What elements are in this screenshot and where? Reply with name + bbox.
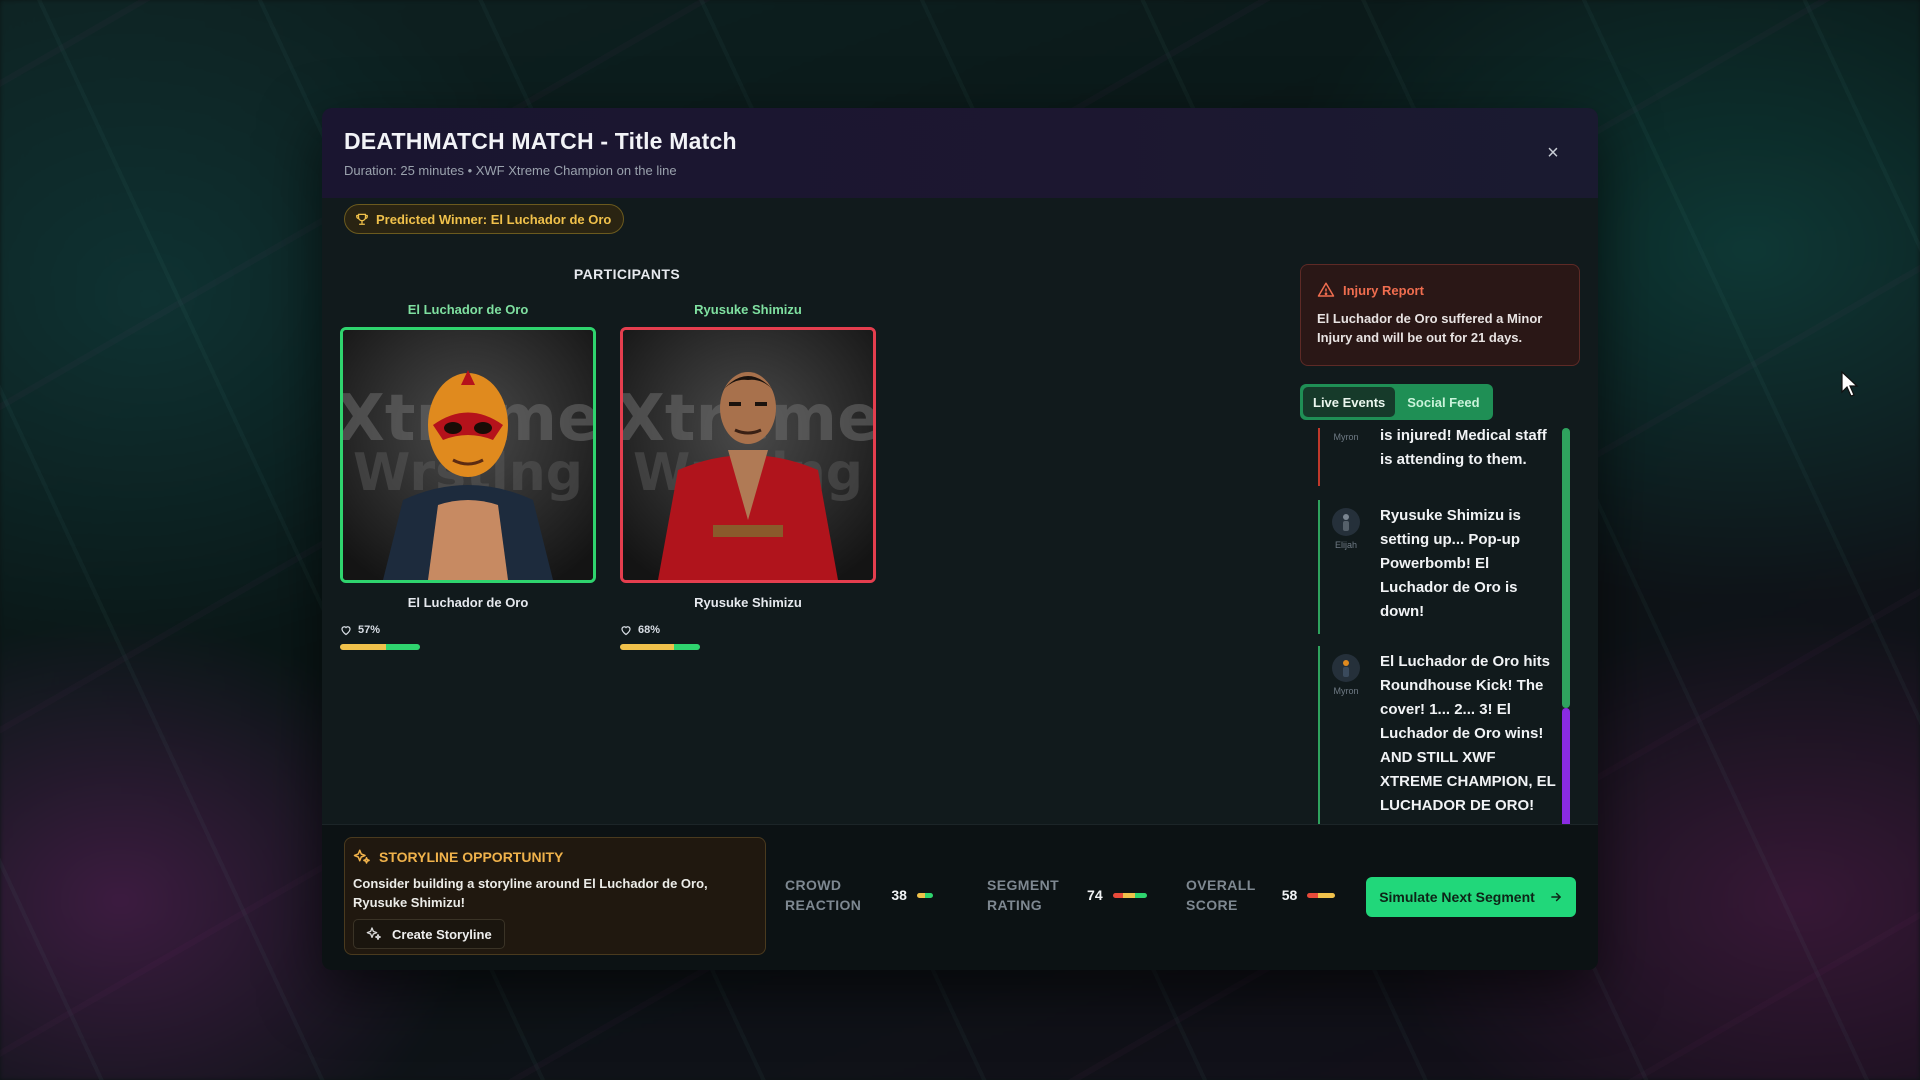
feed-author: Elijah: [1334, 540, 1357, 550]
match-title: DEATHMATCH MATCH - Title Match: [344, 128, 737, 154]
sparkles-icon: [353, 849, 370, 864]
metric-label: CROWD REACTION: [785, 875, 861, 915]
popularity-row: 57%: [340, 624, 596, 636]
popularity-fill-green: [674, 644, 700, 650]
feed-item: Myron is injured! Medical staff is atten…: [1318, 428, 1558, 486]
metric-bar: [916, 892, 933, 898]
metric-label-line1: SEGMENT: [987, 877, 1060, 893]
feed-text: is injured! Medical staff is attending t…: [1380, 428, 1547, 468]
storyline-header: STORYLINE OPPORTUNITY: [353, 848, 757, 866]
metric-label: OVERALL SCORE: [1186, 875, 1256, 915]
simulate-next-segment-button[interactable]: Simulate Next Segment: [1366, 877, 1576, 917]
participant-name-top: El Luchador de Oro: [407, 302, 529, 317]
trophy-icon: [356, 213, 368, 225]
injury-text: El Luchador de Oro suffered a Minor Inju…: [1317, 311, 1543, 345]
popularity-row: 68%: [620, 624, 876, 636]
feed-item: Myron El Luchador de Oro hits Roundhouse…: [1318, 646, 1558, 828]
sparkles-icon: [366, 927, 381, 940]
metric-label-line2: SCORE: [1186, 897, 1238, 913]
popularity-fill-yellow: [340, 644, 386, 650]
storyline-title: STORYLINE OPPORTUNITY: [379, 849, 564, 865]
feed-text: El Luchador de Oro hits Roundhouse Kick!…: [1380, 653, 1556, 814]
tab-live-events[interactable]: Live Events: [1303, 387, 1396, 417]
bottom-bar: STORYLINE OPPORTUNITY Consider building …: [322, 824, 1598, 970]
simulate-label: Simulate Next Segment: [1379, 889, 1535, 905]
popularity-fill-yellow: [620, 644, 675, 650]
person-icon: [1343, 660, 1349, 677]
metric-label-line2: REACTION: [785, 897, 862, 913]
create-storyline-label: Create Storyline: [392, 926, 492, 942]
scrollbar-thumb-green[interactable]: [1562, 428, 1570, 708]
injury-header: Injury Report: [1317, 281, 1563, 299]
arrow-right-icon: [1550, 892, 1561, 902]
scrollbar-thumb-purple[interactable]: [1562, 708, 1570, 828]
popularity-fill-green: [385, 644, 420, 650]
participant-portrait[interactable]: Xtreme Wrstlng: [340, 327, 596, 583]
heart-icon: [621, 626, 631, 636]
metric-label-line1: OVERALL: [1186, 877, 1256, 893]
popularity-value: 68%: [638, 624, 661, 636]
participant-name: Ryusuke Shimizu: [694, 595, 802, 610]
feed-text: Ryusuke Shimizu is setting up... Pop-up …: [1380, 507, 1521, 620]
participant-card[interactable]: El Luchador de Oro Xtreme Wrstlng: [340, 302, 596, 650]
predicted-winner-text: Predicted Winner: El Luchador de Oro: [376, 211, 612, 227]
shimizu-portrait-image: Xtreme Wrstlng: [623, 330, 873, 580]
popularity-bar: [620, 644, 700, 650]
participant-portrait[interactable]: Xtreme Wrstlng: [620, 327, 876, 583]
injury-report: Injury Report El Luchador de Oro suffere…: [1300, 264, 1580, 366]
popularity-bar: [340, 644, 420, 650]
injury-title: Injury Report: [1343, 282, 1424, 298]
metric-segment-rating: SEGMENT RATING 74: [987, 875, 1147, 915]
metric-label-line2: RATING: [987, 897, 1043, 913]
metric-overall-score: OVERALL SCORE 58: [1186, 875, 1336, 915]
avatar: [1332, 654, 1360, 682]
metric-value: 58: [1281, 887, 1298, 903]
tab-social-feed[interactable]: Social Feed: [1397, 387, 1489, 417]
metric-label-line1: CROWD: [785, 877, 842, 893]
metric-bar: [1112, 892, 1147, 898]
create-storyline-button[interactable]: Create Storyline: [353, 919, 505, 949]
match-modal: DEATHMATCH MATCH - Title Match Duration:…: [322, 108, 1598, 970]
metric-value: 74: [1087, 887, 1103, 903]
avatar: [1332, 508, 1360, 536]
feed-item: Elijah Ryusuke Shimizu is setting up... …: [1318, 500, 1558, 634]
warning-icon: [1317, 282, 1335, 297]
participant-card[interactable]: Ryusuke Shimizu Xtreme Wrstlng: [620, 302, 876, 650]
metric-crowd-reaction: CROWD REACTION 38: [785, 875, 933, 915]
luchador-portrait-image: Xtreme Wrstlng: [343, 330, 593, 580]
feed-author: Myron: [1333, 432, 1359, 442]
heart-icon: [341, 626, 351, 636]
storyline-text: Consider building a storyline around El …: [353, 876, 708, 910]
feed-scrollbar[interactable]: [1562, 428, 1570, 828]
predicted-winner-badge: Predicted Winner: El Luchador de Oro: [344, 204, 625, 234]
popularity-value: 57%: [358, 624, 381, 636]
metric-bar: [1307, 892, 1336, 898]
match-subtitle: Duration: 25 minutes • XWF Xtreme Champi…: [344, 163, 677, 178]
feed-author: Myron: [1333, 686, 1359, 696]
metric-value: 38: [891, 887, 907, 903]
mouse-cursor-icon: [1841, 370, 1859, 397]
participant-name: El Luchador de Oro: [407, 595, 529, 610]
feed-tabs: Live Events Social Feed: [1300, 384, 1493, 420]
metric-label: SEGMENT RATING: [987, 875, 1059, 915]
live-events-feed[interactable]: Myron is injured! Medical staff is atten…: [1300, 428, 1570, 828]
person-icon: [1343, 514, 1349, 531]
participants-heading: PARTICIPANTS: [573, 266, 681, 282]
close-icon[interactable]: ×: [1544, 143, 1562, 163]
modal-header: DEATHMATCH MATCH - Title Match Duration:…: [322, 108, 1598, 198]
participant-name-top: Ryusuke Shimizu: [694, 302, 802, 317]
storyline-opportunity: STORYLINE OPPORTUNITY Consider building …: [344, 837, 766, 955]
